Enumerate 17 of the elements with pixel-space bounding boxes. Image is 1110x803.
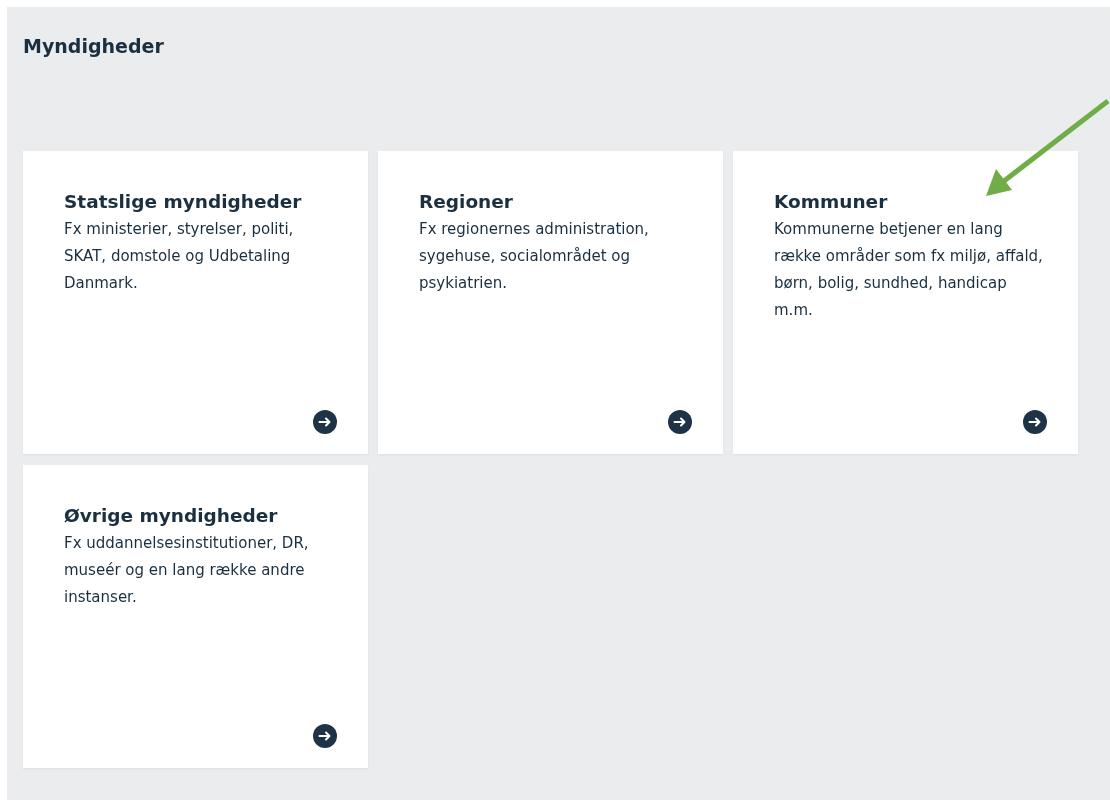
page-heading: Myndigheder — [23, 35, 164, 57]
card-title: Øvrige myndigheder — [64, 505, 278, 526]
arrow-right-icon[interactable] — [313, 410, 337, 434]
arrow-right-icon[interactable] — [313, 724, 337, 748]
authority-card[interactable]: Øvrige myndigheder Fx uddannelsesinstitutioner, DR, museér og en lang række andre instanser. — [23, 465, 368, 768]
card-description: Fx ministerier, styrelser, politi, SKAT, domstole og Udbetaling Danmark. — [64, 219, 295, 294]
card-title: Kommuner — [774, 191, 888, 212]
card-description: Fx uddannelsesinstitutioner, DR, museér og en lang række andre instanser. — [64, 533, 310, 608]
card-description: Kommunerne betjener en lang række områder som fx miljø, affald, børn, bolig, sundhed, handicap m.m. — [774, 219, 1044, 321]
card-description: Fx regionernes administration, sygehuse, socialområdet og psykiatrien. — [419, 219, 650, 294]
card-title: Statslige myndigheder — [64, 191, 302, 212]
authority-card[interactable]: Statslige myndigheder Fx ministerier, styrelser, politi, SKAT, domstole og Udbetaling Danmark. — [23, 151, 368, 454]
arrow-right-icon[interactable] — [1023, 410, 1047, 434]
card-title: Regioner — [419, 191, 513, 212]
authority-card[interactable]: Regioner Fx regionernes administration, sygehuse, socialområdet og psykiatrien. — [378, 151, 723, 454]
arrow-right-icon[interactable] — [668, 410, 692, 434]
authority-card[interactable]: Kommuner Kommunerne betjener en lang række områder som fx miljø, affald, børn, bolig, sundhed, handicap m.m. — [733, 151, 1078, 454]
